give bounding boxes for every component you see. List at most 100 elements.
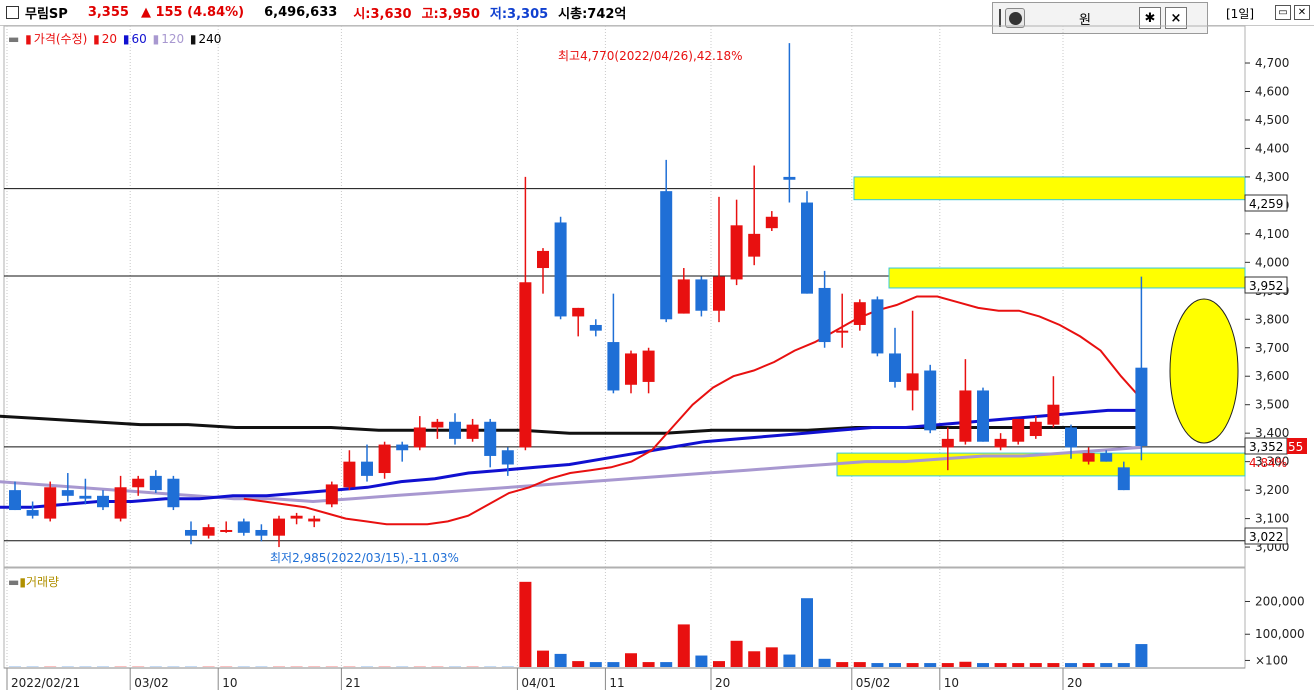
y-tick-label: 3,500 bbox=[1255, 398, 1289, 412]
price-label-level2: 3,952 bbox=[1244, 276, 1288, 294]
candle-body bbox=[519, 282, 532, 448]
candle-body bbox=[765, 216, 778, 229]
volume-bar bbox=[801, 598, 813, 667]
x-tick-label: 11 bbox=[609, 676, 624, 690]
price-pane bbox=[3, 25, 1246, 568]
candle-body bbox=[149, 475, 162, 491]
svg-text:4,259: 4,259 bbox=[1249, 197, 1283, 211]
volume-bar bbox=[554, 653, 567, 667]
candle-body bbox=[801, 202, 813, 294]
x-tick-label: 05/02 bbox=[856, 676, 891, 690]
svg-text:3,952: 3,952 bbox=[1249, 279, 1283, 293]
candle-body bbox=[237, 521, 250, 533]
candle-body bbox=[220, 529, 233, 532]
x-tick-label: 21 bbox=[345, 676, 360, 690]
volume-bar bbox=[924, 663, 937, 667]
candle-body bbox=[660, 191, 673, 320]
candle-body bbox=[836, 330, 849, 333]
candle-body bbox=[290, 515, 303, 519]
candle-body bbox=[61, 490, 74, 496]
candle-body bbox=[607, 342, 620, 391]
y-tick-label: 4,300 bbox=[1255, 170, 1289, 184]
candle-body bbox=[906, 373, 919, 391]
volume-bar bbox=[906, 663, 919, 667]
high-annotation: 최고4,770(2022/04/26),42.18% bbox=[558, 49, 743, 63]
candle-body bbox=[26, 510, 39, 516]
candle-body bbox=[466, 424, 479, 439]
candle-body bbox=[977, 390, 989, 442]
y-axis: 3,0003,1003,2003,3003,4003,5003,6003,700… bbox=[1245, 56, 1305, 667]
volume-tick-label: 100,000 bbox=[1255, 627, 1305, 641]
y-tick-label: 4,500 bbox=[1255, 113, 1289, 127]
x-tick-label: 20 bbox=[715, 676, 730, 690]
candle-body bbox=[713, 276, 725, 311]
candle-body bbox=[9, 490, 21, 511]
candle-body bbox=[1029, 421, 1042, 437]
candle-body bbox=[361, 461, 373, 476]
highlight-ellipse bbox=[1169, 298, 1239, 444]
x-tick-label: 04/01 bbox=[521, 676, 556, 690]
volume-bar bbox=[1117, 663, 1130, 667]
candle-body bbox=[589, 324, 602, 331]
x-tick-label: 03/02 bbox=[134, 676, 169, 690]
x-tick-label: 10 bbox=[944, 676, 959, 690]
candle-body bbox=[501, 450, 514, 465]
x-tick-label: 2022/02/21 bbox=[11, 676, 80, 690]
ma20-line bbox=[243, 295, 1143, 526]
volume-bar bbox=[713, 661, 725, 667]
volume-bar bbox=[589, 662, 602, 667]
volume-bar bbox=[1047, 663, 1060, 667]
volume-bar bbox=[730, 640, 743, 667]
volume-tick-label: 200,000 bbox=[1255, 594, 1305, 608]
volume-bar bbox=[994, 663, 1007, 667]
candle-body bbox=[325, 484, 338, 505]
candle-body bbox=[44, 487, 57, 519]
volume-bar bbox=[818, 658, 831, 667]
candle-body bbox=[185, 529, 197, 536]
volume-bar bbox=[625, 653, 637, 667]
candle-body bbox=[413, 427, 426, 448]
volume-bar bbox=[871, 663, 884, 667]
candle-body bbox=[853, 302, 866, 325]
candle-body bbox=[449, 421, 461, 439]
change-pct-label: 4.84% bbox=[1249, 456, 1287, 470]
candle-body bbox=[1065, 427, 1077, 448]
volume-bar bbox=[519, 581, 532, 667]
candle-body bbox=[484, 421, 497, 456]
y-tick-label: 3,800 bbox=[1255, 312, 1289, 326]
low-annotation: 최저2,985(2022/03/15),-11.03% bbox=[270, 551, 459, 565]
volume-bar bbox=[836, 662, 849, 667]
price-label-level3: 3,022 bbox=[1244, 527, 1288, 545]
candle-body bbox=[959, 390, 972, 442]
volume-bar bbox=[889, 663, 901, 667]
volume-bar bbox=[607, 662, 620, 667]
candle-body bbox=[924, 370, 937, 431]
y-tick-label: 3,600 bbox=[1255, 369, 1289, 383]
price-label-current: 3,352 55 4.84% bbox=[1244, 437, 1307, 470]
price-label-level1: 4,259 bbox=[1244, 194, 1288, 212]
candle-body bbox=[132, 478, 145, 488]
volume-bar bbox=[1065, 663, 1077, 667]
volume-bar bbox=[959, 661, 972, 667]
y-tick-label: 4,600 bbox=[1255, 84, 1289, 98]
volume-bar bbox=[1029, 663, 1042, 667]
candle-body bbox=[202, 527, 215, 536]
volume-bar bbox=[1012, 663, 1025, 667]
volume-bar bbox=[765, 647, 778, 667]
volume-bar bbox=[642, 662, 655, 667]
candle-body bbox=[748, 233, 761, 257]
candle-body bbox=[431, 421, 444, 428]
candle-body bbox=[1082, 453, 1095, 462]
volume-bar bbox=[1100, 663, 1113, 667]
candle-body bbox=[308, 518, 321, 522]
grid bbox=[6, 26, 1064, 668]
price-chart[interactable]: 3,0003,1003,2003,3003,4003,5003,6003,700… bbox=[0, 0, 1314, 697]
y-tick-label: 3,200 bbox=[1255, 483, 1289, 497]
candle-body bbox=[871, 299, 884, 354]
candle-body bbox=[783, 176, 796, 180]
y-tick-label: 4,100 bbox=[1255, 227, 1289, 241]
y-tick-label: 4,400 bbox=[1255, 141, 1289, 155]
candle-body bbox=[1012, 418, 1025, 442]
candle-body bbox=[343, 461, 356, 488]
volume-bar bbox=[695, 655, 708, 667]
